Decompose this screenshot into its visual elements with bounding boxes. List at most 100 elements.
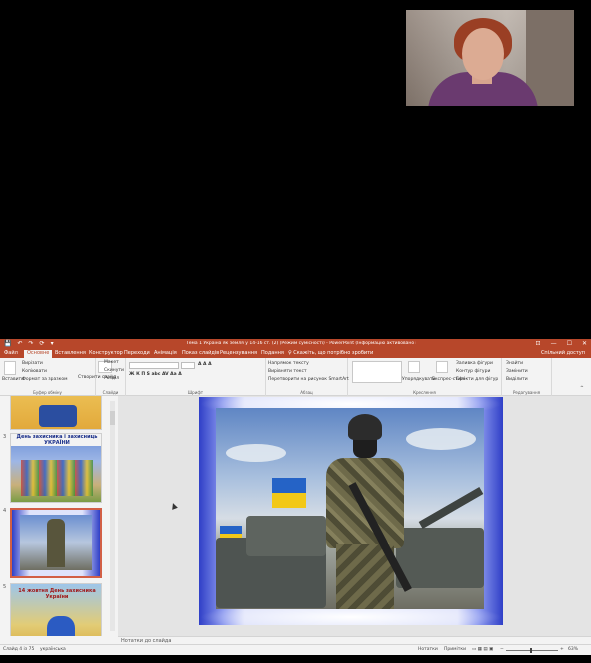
notes-pane[interactable]: Нотатки до слайда (118, 636, 591, 644)
group-drawing: Упорядкувати Експрес-стилі Заливка фігур… (348, 358, 502, 396)
current-slide[interactable] (199, 397, 503, 625)
soldier-photo[interactable] (216, 408, 484, 609)
copy-button[interactable]: Копіювати (22, 369, 47, 374)
tell-me-search[interactable]: ♀ Скажіть, що потрібно зробити (288, 350, 373, 356)
webcam-video (406, 10, 574, 106)
zoom-slider[interactable] (506, 648, 558, 653)
paste-button[interactable]: Вставити (2, 377, 24, 382)
tab-home[interactable]: Основне (24, 350, 53, 358)
group-label: Редагування (512, 390, 540, 395)
customize-qat-icon[interactable]: ▾ (51, 340, 54, 347)
slide-editor (118, 396, 591, 636)
align-text-button[interactable]: Вирівняти текст (268, 369, 307, 374)
ribbon: Вставити Вирізати Копіювати Формат за зр… (0, 358, 591, 396)
cannon-barrel (418, 487, 484, 529)
window-title: Тема 1 Україна як земля у 14-16 ст. (2) … (186, 341, 416, 346)
thumbnail-number: 5 (3, 584, 7, 590)
text-direction-button[interactable]: Напрямок тексту (268, 361, 309, 366)
slide-counter: Слайд 4 із 75 (3, 647, 35, 652)
webcam-door (526, 10, 574, 106)
group-paragraph: Напрямок тексту Вирівняти текст Перетвор… (266, 358, 349, 396)
paste-icon[interactable] (4, 361, 16, 375)
tab-view[interactable]: Подання (261, 350, 284, 356)
shape-effects-button[interactable]: Ефекти для фігур (456, 377, 498, 382)
group-label: Креслення (413, 390, 436, 395)
title-bar: 💾 ↶ ↷ ⟳ ▾ Тема 1 Україна як земля у 14-1… (0, 339, 591, 349)
thumbnails-scrollbar[interactable] (110, 401, 115, 631)
thumbnail-caption: 14 жовтня День захисника України (18, 588, 96, 600)
format-painter-button[interactable]: Формат за зразком (22, 377, 68, 382)
collapse-ribbon-icon[interactable]: ^ (580, 386, 584, 391)
ribbon-tabs: Файл Основне Вставлення Конструктор Пере… (0, 349, 591, 358)
tab-insert[interactable]: Вставлення (55, 350, 86, 356)
minimize-icon[interactable]: — (551, 340, 557, 347)
cut-button[interactable]: Вирізати (22, 361, 43, 366)
maximize-icon[interactable]: ☐ (567, 340, 572, 347)
comments-button[interactable]: Примітки (444, 647, 466, 652)
find-button[interactable]: Знайти (506, 361, 523, 366)
font-size-buttons[interactable]: A A A (198, 362, 212, 367)
share-button[interactable]: Спільний доступ (541, 350, 585, 356)
close-icon[interactable]: ✕ (582, 340, 587, 347)
person-face (462, 28, 504, 80)
zoom-level[interactable]: 63% (568, 647, 578, 652)
tab-design[interactable]: Конструктор (89, 350, 123, 356)
redo-icon[interactable]: ↷ (29, 340, 34, 347)
shape-fill-button[interactable]: Заливка фігури (456, 361, 493, 366)
zoom-in-icon[interactable]: + (560, 647, 564, 652)
select-button[interactable]: Виділити (506, 377, 528, 382)
font-style-buttons[interactable]: Ж К П S abc AV Aa A (129, 372, 182, 377)
ribbon-display-icon[interactable]: ⊡ (536, 340, 541, 347)
slide-thumbnails-pane: 3 День захисника і захисниць УКРАЇНИ 4 5… (0, 396, 118, 636)
font-name-field[interactable] (129, 362, 179, 369)
shape-outline-button[interactable]: Контур фігури (456, 369, 490, 374)
group-label: Шрифт (187, 390, 204, 395)
tab-animations[interactable]: Анімація (154, 350, 177, 356)
smartart-button[interactable]: Перетворити на рисунок SmartArt (268, 377, 349, 382)
thumbnail-slide-2[interactable] (10, 396, 102, 430)
thumbnail-number: 4 (3, 508, 7, 514)
group-label: Абзац (300, 390, 313, 395)
font-size-field[interactable] (181, 362, 195, 369)
repeat-icon[interactable]: ⟳ (40, 340, 45, 347)
tab-slide-show[interactable]: Показ слайдів (182, 350, 219, 356)
notes-button[interactable]: Нотатки (418, 647, 438, 652)
cloud (406, 428, 476, 450)
ukraine-flag (272, 478, 306, 508)
group-label: Буфер обміну (33, 390, 62, 395)
armored-vehicle (246, 516, 326, 556)
group-editing: Знайти Замінити Виділити Редагування (502, 358, 552, 396)
thumbnail-caption: День захисника і захисниць УКРАЇНИ (11, 434, 101, 446)
section-button[interactable]: Розділ (104, 376, 119, 381)
tab-transitions[interactable]: Переходи (124, 350, 150, 356)
tab-review[interactable]: Рецензування (220, 350, 257, 356)
armored-vehicle (396, 528, 484, 588)
status-bar: Слайд 4 із 75 українська Нотатки Примітк… (0, 644, 591, 655)
undo-icon[interactable]: ↶ (17, 340, 22, 347)
replace-button[interactable]: Замінити (506, 369, 528, 374)
layout-button[interactable]: Макет (104, 360, 119, 365)
scrollbar-thumb[interactable] (110, 411, 115, 425)
soldier (318, 414, 412, 609)
language-indicator[interactable]: українська (40, 647, 66, 652)
zoom-out-icon[interactable]: − (500, 647, 504, 652)
group-label: Слайди (102, 390, 119, 395)
thumbnail-slide-5[interactable]: 14 жовтня День захисника України (10, 583, 102, 636)
thumbnail-number: 3 (3, 434, 7, 440)
cloud (226, 444, 286, 462)
save-icon[interactable]: 💾 (4, 340, 11, 347)
quick-styles-icon[interactable] (436, 361, 448, 373)
quick-access-toolbar: 💾 ↶ ↷ ⟳ ▾ (4, 340, 54, 347)
window-controls: ⊡ — ☐ ✕ (536, 340, 587, 347)
thumbnail-slide-3[interactable]: День захисника і захисниць УКРАЇНИ (10, 433, 102, 503)
reset-button[interactable]: Скинути (104, 368, 124, 373)
thumbnail-slide-4[interactable] (10, 508, 102, 578)
view-buttons[interactable]: ▭ ▦ ▤ ▣ (472, 647, 493, 652)
powerpoint-window: 💾 ↶ ↷ ⟳ ▾ Тема 1 Україна як земля у 14-1… (0, 339, 591, 655)
shapes-gallery[interactable] (352, 361, 402, 383)
arrange-icon[interactable] (408, 361, 420, 373)
tab-file[interactable]: Файл (4, 350, 18, 356)
group-font: A A A Ж К П S abc AV Aa A Шрифт (126, 358, 266, 396)
arrange-button[interactable]: Упорядкувати (402, 377, 435, 382)
group-slides: Створити слайд Макет Скинути Розділ Слай… (78, 358, 126, 396)
